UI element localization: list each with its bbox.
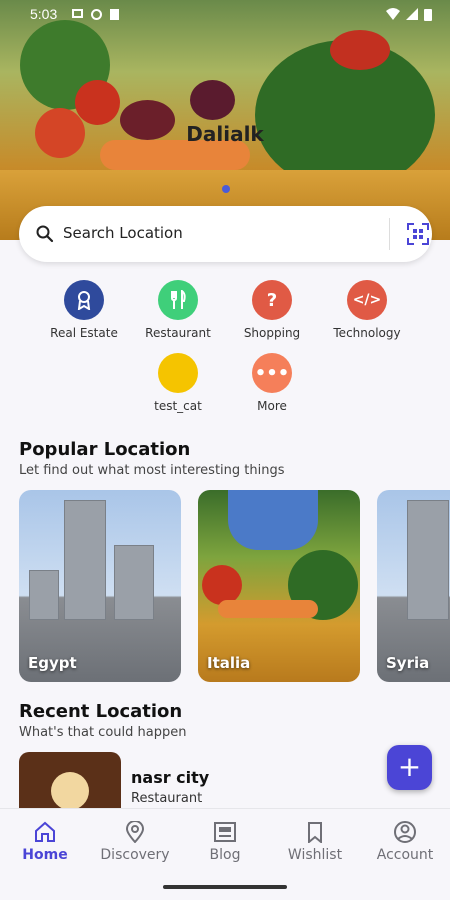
coffee-cup-icon [51, 772, 89, 808]
nav-item-account[interactable]: Account [360, 821, 450, 863]
category-more[interactable]: ••• More [222, 353, 322, 413]
hero-banner[interactable]: 5:03 Dalialk [0, 0, 450, 240]
status-time: 5:03 [30, 6, 58, 22]
recent-item-name[interactable]: nasr city [131, 768, 209, 787]
section-title-popular: Popular Location [19, 439, 191, 460]
building-image [114, 545, 154, 620]
nav-label: Home [22, 847, 68, 863]
search-divider [389, 218, 390, 250]
bookmark-icon [308, 822, 322, 843]
award-icon [64, 280, 104, 320]
dnd-icon [91, 9, 102, 20]
carrot-image [218, 600, 318, 618]
category-label: Restaurant [145, 326, 211, 340]
hero-tomato [75, 80, 120, 125]
category-label: Real Estate [50, 326, 118, 340]
category-circle [158, 353, 198, 393]
section-subtitle-popular: Let find out what most interesting thing… [19, 463, 285, 478]
wifi-icon [386, 8, 400, 20]
card-title: Italia [207, 654, 251, 672]
person-image [228, 490, 318, 550]
recent-item-category: Restaurant [131, 791, 203, 806]
battery-icon [424, 9, 432, 21]
location-pin-icon [125, 821, 145, 843]
category-restaurant[interactable]: Restaurant [128, 280, 228, 340]
sim-icon [110, 9, 119, 20]
account-icon [394, 821, 416, 843]
recent-item-image[interactable] [19, 752, 121, 808]
hero-title: Dalialk [186, 122, 264, 146]
building-image [29, 570, 59, 620]
category-shopping[interactable]: ? Shopping [222, 280, 322, 340]
nav-label: Discovery [100, 847, 170, 863]
article-icon [214, 822, 236, 842]
qr-scan-icon[interactable] [407, 223, 429, 245]
building-image [407, 500, 449, 620]
add-button[interactable]: + [387, 745, 432, 790]
system-home-indicator[interactable] [163, 885, 287, 889]
nav-item-blog[interactable]: Blog [180, 821, 270, 863]
tomato-image [202, 565, 242, 605]
bottom-navigation: Home Discovery Blog Wishlist Account [0, 808, 450, 900]
section-title-recent: Recent Location [19, 701, 183, 722]
category-label: Technology [333, 326, 401, 340]
search-bar[interactable]: Search Location [19, 206, 432, 262]
home-icon [35, 821, 55, 842]
category-label: Shopping [243, 326, 301, 340]
carousel-indicator[interactable] [222, 185, 230, 193]
popular-card-syria[interactable]: Syria [377, 490, 450, 682]
hero-onion [190, 80, 235, 120]
popular-card-egypt[interactable]: Egypt [19, 490, 181, 682]
category-test-cat[interactable]: test_cat [128, 353, 228, 413]
more-icon: ••• [252, 353, 292, 393]
category-technology[interactable]: </> Technology [317, 280, 417, 340]
category-label: test_cat [154, 399, 202, 413]
code-icon: </> [347, 280, 387, 320]
signal-icon [406, 8, 418, 20]
section-subtitle-recent: What's that could happen [19, 725, 187, 740]
search-icon [36, 225, 54, 243]
nav-label: Account [376, 847, 434, 863]
nav-item-home[interactable]: Home [0, 821, 90, 863]
notification-icon [72, 9, 83, 18]
nav-label: Blog [209, 847, 241, 863]
popular-card-italia[interactable]: Italia [198, 490, 360, 682]
card-title: Egypt [28, 654, 77, 672]
card-title: Syria [386, 654, 430, 672]
search-input[interactable]: Search Location [63, 224, 183, 242]
nav-item-wishlist[interactable]: Wishlist [270, 821, 360, 863]
question-icon: ? [252, 280, 292, 320]
fork-knife-icon [158, 280, 198, 320]
status-bar: 5:03 [0, 6, 450, 26]
nav-item-discovery[interactable]: Discovery [90, 821, 180, 863]
nav-label: Wishlist [287, 847, 343, 863]
hero-tomato [330, 30, 390, 70]
category-label: More [257, 399, 287, 413]
building-image [64, 500, 106, 620]
category-real-estate[interactable]: Real Estate [34, 280, 134, 340]
